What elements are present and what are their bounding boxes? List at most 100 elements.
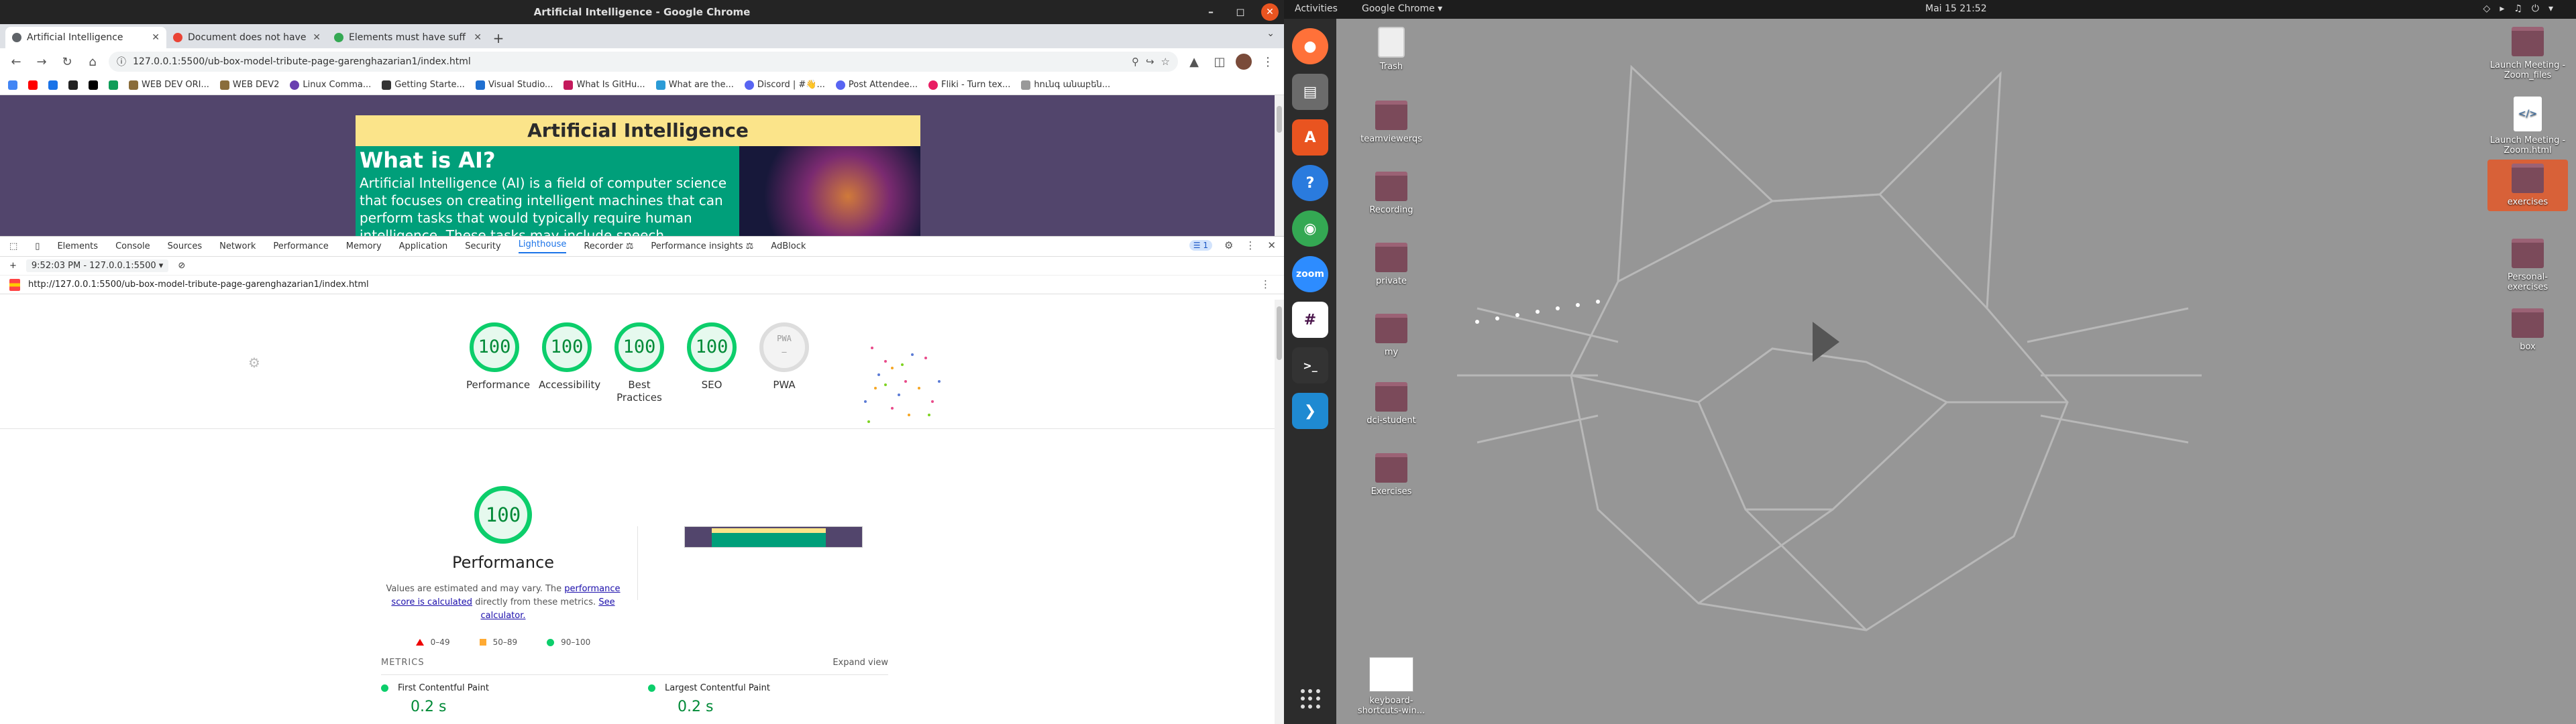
desktop-icon-recording[interactable]: Recording: [1351, 172, 1432, 215]
device-toolbar-icon[interactable]: ▯: [35, 241, 40, 251]
desktop-icon-my[interactable]: my: [1351, 314, 1432, 357]
firefox-icon[interactable]: ●: [1292, 28, 1328, 64]
close-tab-icon[interactable]: ✕: [474, 32, 482, 43]
extensions-icon[interactable]: ▲: [1185, 55, 1203, 69]
apps-icon[interactable]: [8, 80, 17, 90]
extension-icon[interactable]: [48, 80, 58, 90]
scroll-thumb[interactable]: [1277, 106, 1282, 133]
side-panel-icon[interactable]: ◫: [1210, 55, 1229, 69]
vscode-icon[interactable]: ❯: [1292, 393, 1328, 429]
bookmark-item[interactable]: Discord | #👋...: [744, 80, 825, 90]
zoom-icon[interactable]: zoom: [1292, 256, 1328, 292]
tab-network[interactable]: Network: [219, 241, 256, 251]
tab-security[interactable]: Security: [465, 241, 500, 251]
issues-badge[interactable]: ☰ 1: [1189, 240, 1212, 251]
desktop-icon-zoom-files[interactable]: Launch Meeting - Zoom_files: [2487, 27, 2568, 80]
bookmark-item[interactable]: WEB DEV2: [219, 80, 279, 90]
github-icon[interactable]: [68, 80, 78, 90]
tab-console[interactable]: Console: [115, 241, 150, 251]
desktop-icon-teamviewerqs[interactable]: teamviewerqs: [1351, 101, 1432, 144]
forward-arrow-icon[interactable]: →: [32, 55, 51, 69]
tab-search-chevron-icon[interactable]: ⌄: [1267, 28, 1275, 39]
bookmark-item[interactable]: Post Attendee...: [835, 80, 918, 90]
desktop-icon-exercises[interactable]: Exercises: [1351, 453, 1432, 497]
activities-button[interactable]: Activities: [1295, 3, 1338, 14]
new-tab-button[interactable]: +: [488, 28, 508, 48]
terminal-icon[interactable]: >_: [1292, 347, 1328, 383]
devtools-scrollbar[interactable]: [1275, 300, 1284, 724]
gauge-accessibility[interactable]: 100 Accessibility: [539, 322, 600, 404]
bookmark-item[interactable]: հունգ անաբեն...: [1021, 80, 1110, 90]
sheet-icon[interactable]: [109, 80, 118, 90]
reload-icon[interactable]: ↻: [58, 55, 76, 69]
tab-artificial-intelligence[interactable]: Artificial Intelligence ✕: [5, 27, 166, 48]
clock[interactable]: Mai 15 21:52: [1925, 3, 1987, 14]
tab-adblock[interactable]: AdBlock: [771, 241, 806, 251]
desktop-icon-keyboard-shortcuts[interactable]: keyboard-shortcuts-win...: [1351, 657, 1432, 716]
chrome-menu-icon[interactable]: ⋮: [1258, 55, 1277, 69]
close-tab-icon[interactable]: ✕: [152, 32, 160, 43]
desktop-icon-trash[interactable]: Trash: [1351, 27, 1432, 72]
gauge-pwa[interactable]: PWA — PWA: [756, 322, 812, 404]
tab-sources[interactable]: Sources: [168, 241, 202, 251]
bookmark-item[interactable]: Getting Starte...: [382, 80, 465, 90]
report-select[interactable]: 9:52:03 PM - 127.0.0.1:5500 ▾: [25, 259, 169, 272]
expand-view-toggle[interactable]: Expand view: [833, 658, 888, 668]
bookmark-item[interactable]: Visual Studio...: [475, 80, 553, 90]
desktop-icon-personal-exercises[interactable]: Personal-exercises: [2487, 239, 2568, 292]
tab-lighthouse[interactable]: Lighthouse: [518, 239, 567, 253]
bookmark-item[interactable]: WEB DEV ORI...: [129, 80, 209, 90]
profile-avatar[interactable]: [1236, 54, 1252, 70]
show-applications-icon[interactable]: [1301, 689, 1321, 709]
tab-recorder[interactable]: Recorder ⚖: [584, 241, 633, 251]
site-info-icon[interactable]: ⓘ: [117, 55, 126, 68]
desktop-icon-zoom-html[interactable]: </> Launch Meeting - Zoom.html: [2487, 97, 2568, 156]
page-scrollbar[interactable]: [1275, 95, 1284, 236]
share-icon[interactable]: ↪: [1146, 56, 1155, 68]
report-menu-icon[interactable]: ⋮: [1260, 278, 1271, 290]
tab-performance-insights[interactable]: Performance insights ⚖: [651, 241, 753, 251]
help-icon[interactable]: ?: [1292, 165, 1328, 201]
close-tab-icon[interactable]: ✕: [313, 32, 321, 43]
software-store-icon[interactable]: A: [1292, 119, 1328, 156]
slack-icon[interactable]: #: [1292, 302, 1328, 338]
tab-document-does-not-have[interactable]: Document does not have ✕: [166, 27, 327, 48]
tab-application[interactable]: Application: [399, 241, 448, 251]
bookmark-item[interactable]: Linux Comma...: [290, 80, 371, 90]
close-devtools-icon[interactable]: ✕: [1267, 239, 1276, 251]
bookmark-icon[interactable]: [89, 80, 98, 90]
page-screenshot-thumbnail[interactable]: [684, 526, 863, 548]
scroll-thumb[interactable]: [1277, 306, 1282, 360]
gauge-performance[interactable]: 100 Performance: [466, 322, 530, 404]
chrome-icon[interactable]: ◉: [1292, 210, 1328, 247]
close-window-button[interactable]: ✕: [1261, 3, 1279, 21]
files-icon[interactable]: ▤: [1292, 74, 1328, 110]
system-tray-icons[interactable]: ◇▸♫⏻▾: [2483, 3, 2563, 14]
devtools-menu-icon[interactable]: ⋮: [1245, 239, 1255, 251]
home-icon[interactable]: ⌂: [83, 55, 102, 69]
clear-reports-icon[interactable]: ⊘: [178, 261, 185, 271]
desktop-icon-box[interactable]: box: [2487, 308, 2568, 352]
tab-elements-must-have[interactable]: Elements must have suff ✕: [327, 27, 488, 48]
inspect-element-icon[interactable]: ⬚: [9, 241, 17, 251]
tab-performance[interactable]: Performance: [273, 241, 328, 251]
bookmark-item[interactable]: Fliki - Turn tex...: [928, 80, 1010, 90]
bookmark-star-icon[interactable]: ☆: [1161, 56, 1170, 68]
address-url[interactable]: 127.0.0.1:5500/ub-box-model-tribute-page…: [133, 56, 1125, 67]
minimize-button[interactable]: –: [1202, 3, 1220, 21]
desktop-icon-exercises-selected[interactable]: exercises: [2487, 160, 2568, 211]
desktop-icon-dci-student[interactable]: dci-student: [1351, 382, 1432, 426]
zoom-search-icon[interactable]: ⚲: [1132, 56, 1139, 68]
back-arrow-icon[interactable]: ←: [7, 55, 25, 69]
app-menu[interactable]: Google Chrome ▾: [1362, 3, 1442, 14]
tab-memory[interactable]: Memory: [346, 241, 382, 251]
settings-gear-icon[interactable]: ⚙: [1224, 239, 1233, 251]
tab-elements[interactable]: Elements: [57, 241, 98, 251]
address-bar[interactable]: ⓘ 127.0.0.1:5500/ub-box-model-tribute-pa…: [109, 52, 1178, 72]
new-report-icon[interactable]: +: [9, 261, 17, 271]
gauge-best-practices[interactable]: 100 Best Practices: [611, 322, 667, 404]
gauge-seo[interactable]: 100 SEO: [684, 322, 740, 404]
desktop-icon-private[interactable]: private: [1351, 243, 1432, 286]
bookmark-item[interactable]: What are the...: [655, 80, 734, 90]
bookmark-item[interactable]: What Is GitHu...: [564, 80, 645, 90]
